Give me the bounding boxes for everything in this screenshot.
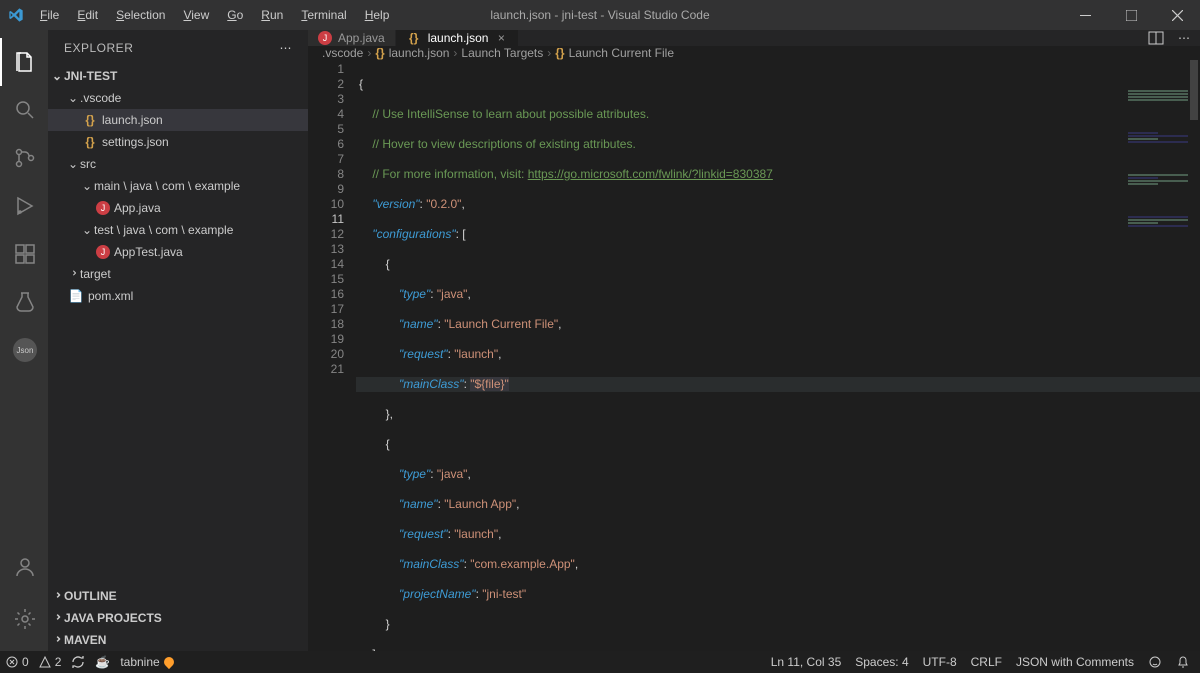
status-bell-icon[interactable] <box>1176 655 1190 669</box>
sidebar-title: EXPLORER <box>64 41 133 55</box>
status-encoding[interactable]: UTF-8 <box>923 655 957 669</box>
title-bar: File Edit Selection View Go Run Terminal… <box>0 0 1200 30</box>
activity-source-control[interactable] <box>0 134 48 182</box>
java-icon: J <box>96 201 110 215</box>
tab-launch-json[interactable]: {}launch.json× <box>396 30 520 46</box>
maximize-button[interactable] <box>1108 0 1154 30</box>
folder-vscode[interactable]: ⌄.vscode <box>48 87 308 109</box>
code-editor[interactable]: 123456789101112131415161718192021 { // U… <box>308 60 1200 651</box>
sidebar-explorer: EXPLORER ⋯ ⌄ JNI-TEST ⌄.vscode {}launch.… <box>48 30 308 651</box>
vertical-scrollbar[interactable] <box>1188 60 1200 651</box>
project-name-label: JNI-TEST <box>64 69 117 83</box>
json-icon: {} <box>82 134 98 150</box>
activity-search[interactable] <box>0 86 48 134</box>
activity-extensions[interactable] <box>0 230 48 278</box>
status-language[interactable]: JSON with Comments <box>1016 655 1134 669</box>
section-maven[interactable]: ⌄MAVEN <box>48 629 308 651</box>
activity-settings[interactable] <box>0 595 48 643</box>
code-body[interactable]: { // Use IntelliSense to learn about pos… <box>356 60 1200 651</box>
editor-actions: ⋯ <box>1148 30 1200 46</box>
section-java-projects[interactable]: ⌄JAVA PROJECTS <box>48 607 308 629</box>
menu-file[interactable]: File <box>32 4 67 26</box>
sidebar-header: EXPLORER ⋯ <box>48 30 308 65</box>
menu-bar: File Edit Selection View Go Run Terminal… <box>32 4 397 26</box>
breadcrumb-item[interactable]: Launch Targets <box>461 46 543 60</box>
close-button[interactable] <box>1154 0 1200 30</box>
breadcrumb-item[interactable]: launch.json <box>389 46 450 60</box>
sidebar-bottom-sections: ⌄OUTLINE ⌄JAVA PROJECTS ⌄MAVEN <box>48 585 308 651</box>
activity-testing[interactable] <box>0 278 48 326</box>
file-pom-xml[interactable]: 📄pom.xml <box>48 285 308 307</box>
folder-test-path[interactable]: ⌄test \ java \ com \ example <box>48 219 308 241</box>
tabnine-icon <box>162 655 176 669</box>
file-app-java[interactable]: JApp.java <box>48 197 308 219</box>
chevron-right-icon: ⌄ <box>49 592 63 600</box>
menu-go[interactable]: Go <box>219 4 251 26</box>
breadcrumb[interactable]: .vscode› {}launch.json› Launch Targets› … <box>308 46 1200 60</box>
file-launch-json[interactable]: {}launch.json <box>48 109 308 131</box>
activity-explorer[interactable] <box>0 38 48 86</box>
more-actions-icon[interactable]: ⋯ <box>1178 31 1190 45</box>
activity-bar: Json <box>0 30 48 651</box>
vscode-logo-icon <box>8 7 24 23</box>
chevron-right-icon: ⌄ <box>49 614 63 622</box>
editor-tabs: JApp.java {}launch.json× ⋯ <box>308 30 1200 46</box>
menu-help[interactable]: Help <box>357 4 398 26</box>
status-java[interactable]: ☕ <box>95 655 110 669</box>
file-apptest-java[interactable]: JAppTest.java <box>48 241 308 263</box>
chevron-right-icon: ⌄ <box>65 270 79 278</box>
chevron-down-icon: ⌄ <box>68 91 76 105</box>
section-outline[interactable]: ⌄OUTLINE <box>48 585 308 607</box>
status-sync[interactable] <box>71 655 85 669</box>
json-icon: {} <box>555 46 564 60</box>
split-editor-icon[interactable] <box>1148 30 1164 46</box>
line-numbers: 123456789101112131415161718192021 <box>308 60 356 651</box>
breadcrumb-item[interactable]: Launch Current File <box>569 46 674 60</box>
chevron-right-icon: ⌄ <box>49 636 63 644</box>
close-tab-icon[interactable]: × <box>494 31 508 45</box>
menu-edit[interactable]: Edit <box>69 4 106 26</box>
status-errors[interactable]: 0 <box>6 655 29 669</box>
minimize-button[interactable] <box>1062 0 1108 30</box>
status-warnings[interactable]: 2 <box>39 655 62 669</box>
json-icon: {} <box>82 112 98 128</box>
editor-group: JApp.java {}launch.json× ⋯ .vscode› {}la… <box>308 30 1200 651</box>
sidebar-more-icon[interactable]: ⋯ <box>280 41 293 55</box>
breadcrumb-item[interactable]: .vscode <box>322 46 363 60</box>
chevron-down-icon: ⌄ <box>82 223 90 237</box>
menu-run[interactable]: Run <box>253 4 291 26</box>
chevron-down-icon: ⌄ <box>52 69 60 83</box>
folder-src[interactable]: ⌄src <box>48 153 308 175</box>
status-bar: 0 2 ☕ tabnine Ln 11, Col 35 Spaces: 4 UT… <box>0 651 1200 673</box>
file-settings-json[interactable]: {}settings.json <box>48 131 308 153</box>
status-lncol[interactable]: Ln 11, Col 35 <box>771 655 842 669</box>
menu-view[interactable]: View <box>175 4 217 26</box>
file-tree: ⌄.vscode {}launch.json {}settings.json ⌄… <box>48 87 308 307</box>
activity-json[interactable]: Json <box>0 326 48 374</box>
xml-icon: 📄 <box>68 288 84 304</box>
chevron-down-icon: ⌄ <box>68 157 76 171</box>
menu-terminal[interactable]: Terminal <box>293 4 354 26</box>
status-spaces[interactable]: Spaces: 4 <box>855 655 908 669</box>
menu-selection[interactable]: Selection <box>108 4 173 26</box>
section-project[interactable]: ⌄ JNI-TEST <box>48 65 308 87</box>
folder-target[interactable]: ⌄target <box>48 263 308 285</box>
json-icon: {} <box>375 46 384 60</box>
chevron-down-icon: ⌄ <box>82 179 90 193</box>
main-area: Json EXPLORER ⋯ ⌄ JNI-TEST ⌄.vscode {}la… <box>0 30 1200 651</box>
java-icon: J <box>96 245 110 259</box>
tab-app-java[interactable]: JApp.java <box>308 30 396 46</box>
window-title: launch.json - jni-test - Visual Studio C… <box>490 8 709 22</box>
window-controls <box>1062 0 1200 30</box>
status-eol[interactable]: CRLF <box>971 655 1002 669</box>
status-tabnine[interactable]: tabnine <box>120 655 173 669</box>
minimap[interactable] <box>1128 60 1188 116</box>
activity-run[interactable] <box>0 182 48 230</box>
folder-main-path[interactable]: ⌄main \ java \ com \ example <box>48 175 308 197</box>
java-icon: J <box>318 31 332 45</box>
json-icon: {} <box>406 30 422 46</box>
status-feedback-icon[interactable] <box>1148 655 1162 669</box>
activity-account[interactable] <box>0 543 48 591</box>
